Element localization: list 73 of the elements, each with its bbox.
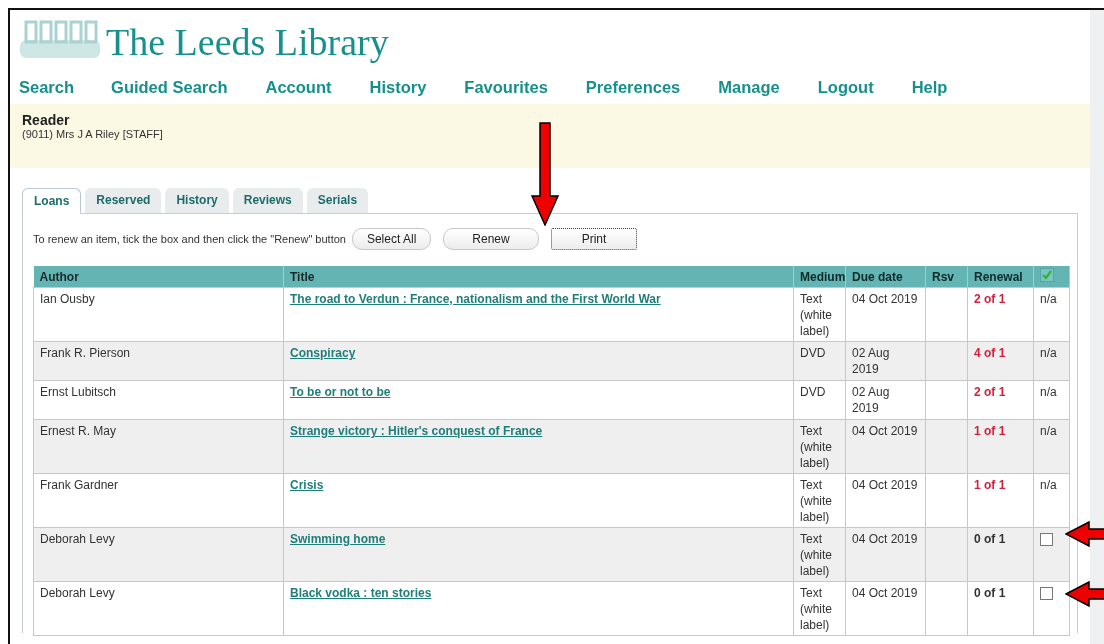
logo-icon xyxy=(20,18,100,60)
not-applicable-text: n/a xyxy=(1040,385,1057,399)
action-button[interactable]: Renew xyxy=(443,228,539,250)
action-button[interactable]: Select All xyxy=(351,228,432,250)
title-link[interactable]: Crisis xyxy=(290,478,324,492)
renewal-count: 1 of 1 xyxy=(974,478,1006,492)
due-date-cell: 04 Oct 2019 xyxy=(845,527,926,582)
author-cell: Ernest R. May xyxy=(33,419,284,474)
column-header: Due date xyxy=(845,266,926,288)
due-date-cell: 04 Oct 2019 xyxy=(845,287,926,342)
reader-heading: Reader xyxy=(22,112,71,128)
tab[interactable]: History xyxy=(165,188,229,213)
arrow xyxy=(1065,580,1104,608)
author-cell: Frank R. Pierson xyxy=(33,341,284,381)
column-header: Renewal xyxy=(967,266,1034,288)
site-title: The Leeds Library xyxy=(106,20,389,64)
nav-link[interactable]: Preferences xyxy=(585,78,681,94)
column-header: Medium xyxy=(793,266,846,288)
reader-name: (9011) Mrs J A Riley [STAFF] xyxy=(22,128,164,140)
title-link[interactable]: Black vodka : ten stories xyxy=(290,586,432,600)
nav-link[interactable]: History xyxy=(369,78,427,94)
nav-link[interactable]: Help xyxy=(911,78,948,94)
renewal-count: 1 of 1 xyxy=(974,424,1006,438)
due-date-cell: 02 Aug 2019 xyxy=(845,341,926,381)
medium-cell: Text (white label) xyxy=(793,287,846,342)
title-link[interactable]: Conspiracy xyxy=(290,346,356,360)
renewal-count: 0 of 1 xyxy=(974,532,1006,546)
not-applicable-text: n/a xyxy=(1040,292,1057,306)
due-date-cell: 04 Oct 2019 xyxy=(845,473,926,528)
renew-checkbox[interactable] xyxy=(1040,587,1053,600)
renew-checkbox[interactable] xyxy=(1040,533,1053,546)
title-link[interactable]: The road to Verdun : France, nationalism and the First World War xyxy=(290,292,661,306)
nav-link[interactable]: Account xyxy=(265,78,332,94)
author-cell: Ernst Lubitsch xyxy=(33,380,284,420)
tab[interactable]: Serials xyxy=(306,188,369,213)
nav-link[interactable]: Manage xyxy=(718,78,780,94)
medium-cell: Text (white label) xyxy=(793,581,846,636)
author-cell: Deborah Levy xyxy=(33,581,284,636)
nav-link[interactable]: Logout xyxy=(817,78,874,94)
author-cell: Ian Ousby xyxy=(33,287,284,342)
arrow xyxy=(1065,520,1104,548)
tab[interactable]: Reviews xyxy=(232,188,303,213)
author-cell: Frank Gardner xyxy=(33,473,284,528)
column-header: Rsv xyxy=(925,266,968,288)
nav-link[interactable]: Favourites xyxy=(464,78,548,94)
medium-cell: Text (white label) xyxy=(793,419,846,474)
title-link[interactable]: Swimming home xyxy=(290,532,386,546)
tab[interactable]: Reserved xyxy=(85,188,162,213)
nav-link[interactable]: Guided Search xyxy=(111,78,228,94)
author-cell: Deborah Levy xyxy=(33,527,284,582)
title-link[interactable]: Strange victory : Hitler's conquest of France xyxy=(290,424,543,438)
instructions: To renew an item, tick the box and then click the "Renew" button xyxy=(33,233,346,245)
not-applicable-text: n/a xyxy=(1040,424,1057,438)
renewal-count: 2 of 1 xyxy=(974,385,1006,399)
renewal-count: 2 of 1 xyxy=(974,292,1006,306)
medium-cell: Text (white label) xyxy=(793,527,846,582)
column-header: Title xyxy=(283,266,794,288)
nav-link[interactable]: Search xyxy=(19,78,75,94)
due-date-cell: 04 Oct 2019 xyxy=(845,581,926,636)
due-date-cell: 04 Oct 2019 xyxy=(845,419,926,474)
check-icon[interactable] xyxy=(1040,268,1054,282)
column-header: Author xyxy=(33,266,284,288)
action-button[interactable]: Print xyxy=(550,228,638,250)
not-applicable-text: n/a xyxy=(1040,346,1057,360)
medium-cell: Text (white label) xyxy=(793,473,846,528)
medium-cell: DVD xyxy=(793,341,846,381)
not-applicable-text: n/a xyxy=(1040,478,1057,492)
renewal-count: 4 of 1 xyxy=(974,346,1006,360)
title-link[interactable]: To be or not to be xyxy=(290,385,391,399)
tab[interactable]: Loans xyxy=(22,188,82,214)
due-date-cell: 02 Aug 2019 xyxy=(845,380,926,420)
medium-cell: DVD xyxy=(793,380,846,420)
renewal-count: 0 of 1 xyxy=(974,586,1006,600)
